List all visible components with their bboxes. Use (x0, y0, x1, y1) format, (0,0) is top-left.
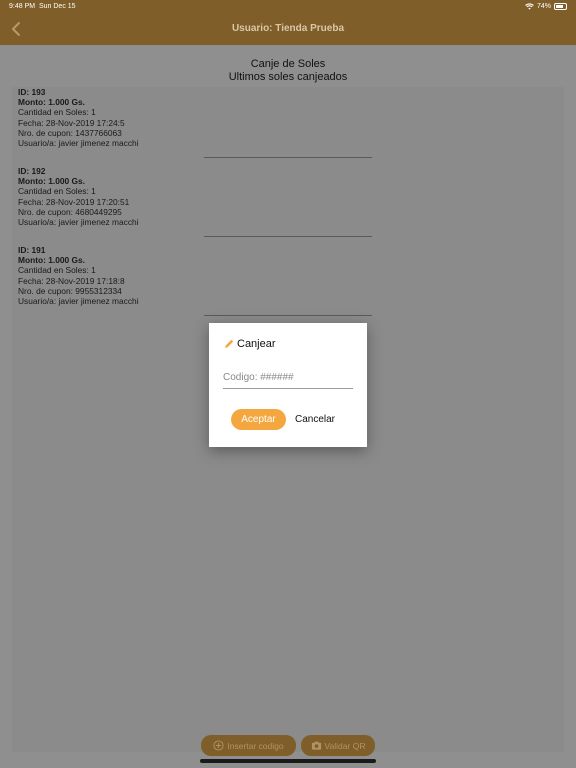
page-title: Usuario: Tienda Prueba (231, 23, 345, 34)
status-right: 74% (525, 3, 567, 10)
dialog-title: Canjear (223, 338, 276, 350)
entry-monto: Monto: 1.000 Gs. (18, 255, 86, 266)
navbar: Usuario: Tienda Prueba (0, 14, 576, 45)
accept-button[interactable]: Aceptar (231, 409, 286, 430)
entry-cantidad: Cantidad en Soles: 1 (18, 107, 96, 118)
dialog-title-text: Canjear (237, 338, 276, 350)
list-divider (204, 315, 372, 316)
battery-icon (554, 3, 567, 10)
section-title: Canje de Soles (250, 58, 326, 70)
code-input[interactable] (223, 367, 353, 389)
entry-cupon: Nro. de cupon: 4680449295 (18, 206, 122, 217)
entry-monto: Monto: 1.000 Gs. (18, 176, 86, 187)
plus-circle-icon (213, 740, 224, 751)
entry-id: ID: 193 (18, 87, 46, 97)
list-item: ID: 191 Monto: 1.000 Gs. Cantidad en Sol… (18, 245, 139, 306)
entry-monto: Monto: 1.000 Gs. (18, 97, 86, 108)
entry-usuario: Usuario/a: javier jimenez macchi (18, 296, 139, 307)
entry-cupon: Nro. de cupon: 9955312334 (18, 285, 122, 296)
status-bar: 9:48 PM Sun Dec 15 74% (0, 0, 576, 14)
entry-cantidad: Cantidad en Soles: 1 (18, 186, 96, 197)
entry-id: ID: 191 (18, 245, 46, 255)
entry-fecha: Fecha: 28-Nov-2019 17:18:8 (18, 275, 125, 286)
cancel-button[interactable]: Cancelar (291, 409, 339, 430)
camera-icon (311, 741, 321, 750)
battery-percent: 74% (536, 3, 551, 10)
entry-usuario: Usuario/a: javier jimenez macchi (18, 217, 139, 228)
scan-qr-button[interactable]: Validar QR (301, 735, 375, 756)
redeem-dialog: Canjear Aceptar Cancelar (209, 323, 367, 447)
list-divider (204, 236, 372, 237)
status-time: 9:48 PM Sun Dec 15 (9, 3, 76, 10)
scan-qr-label: Validar QR (324, 740, 366, 751)
list-divider (204, 157, 372, 158)
entry-fecha: Fecha: 28-Nov-2019 17:20:51 (18, 196, 130, 207)
pencil-icon (225, 339, 234, 348)
section-subtitle: Ultimos soles canjeados (228, 71, 348, 83)
list-item: ID: 193 Monto: 1.000 Gs. Cantidad en Sol… (18, 87, 139, 148)
entry-fecha: Fecha: 28-Nov-2019 17:24:5 (18, 117, 125, 128)
wifi-icon (525, 3, 534, 10)
entry-cupon: Nro. de cupon: 1437766063 (18, 127, 122, 138)
entry-usuario: Usuario/a: javier jimenez macchi (18, 138, 139, 149)
list-item: ID: 192 Monto: 1.000 Gs. Cantidad en Sol… (18, 166, 139, 227)
home-indicator (200, 759, 376, 763)
entry-id: ID: 192 (18, 166, 46, 176)
insert-code-label: Insertar codigo (227, 740, 284, 751)
insert-code-button[interactable]: Insertar codigo (201, 735, 296, 756)
battery-fill (556, 5, 563, 8)
entry-cantidad: Cantidad en Soles: 1 (18, 265, 96, 276)
